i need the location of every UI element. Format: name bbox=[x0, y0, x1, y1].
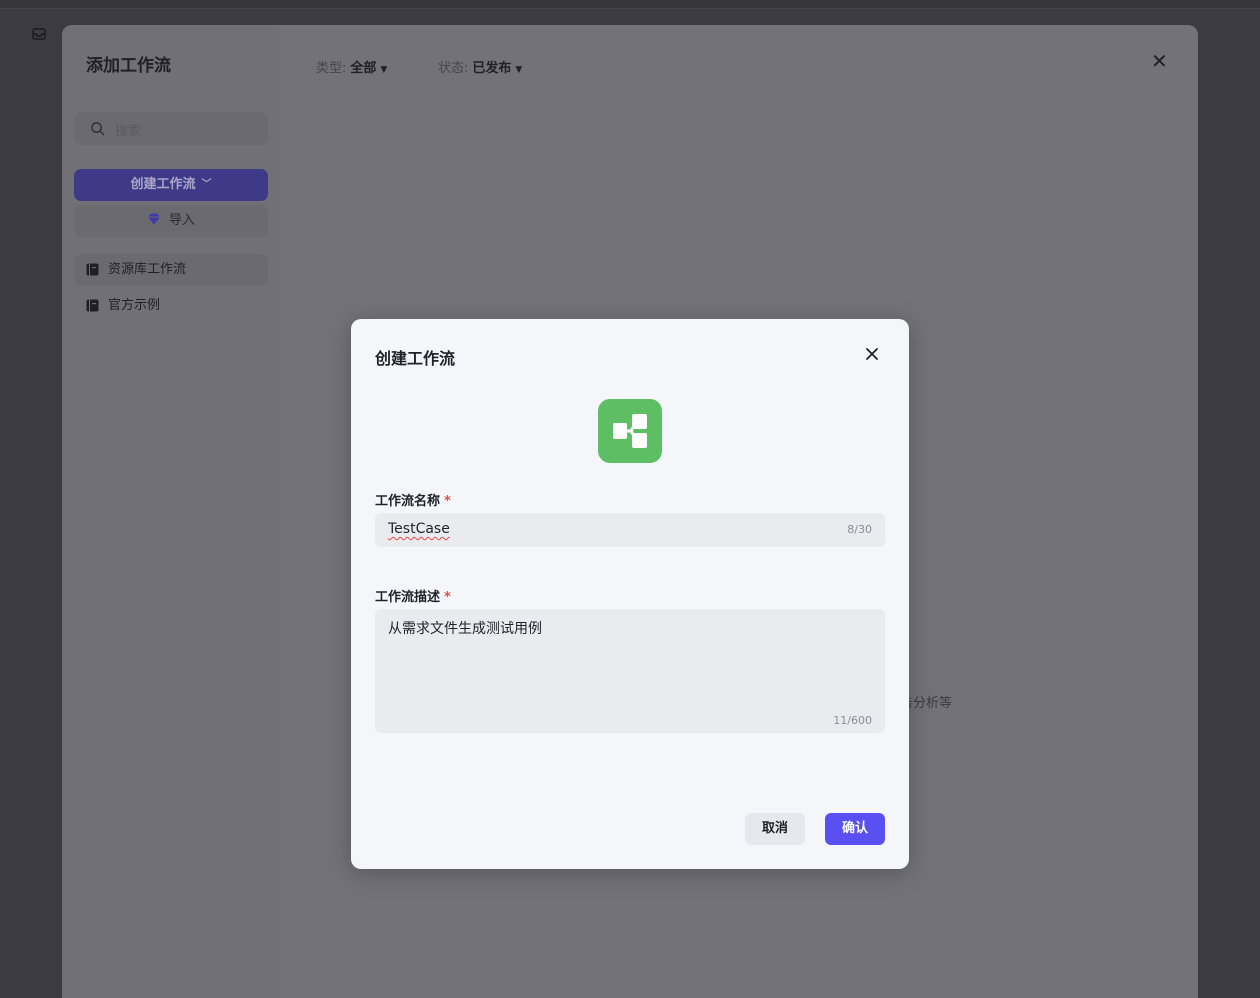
name-field-label: 工作流名称 * bbox=[375, 490, 451, 509]
status-filter-value: 已发布 bbox=[472, 61, 512, 76]
status-filter-label: 状态: bbox=[438, 61, 469, 76]
caret-down-icon: ▼ bbox=[515, 65, 523, 75]
type-filter-label: 类型: bbox=[316, 61, 347, 76]
book-icon bbox=[86, 299, 99, 312]
import-label: 导入 bbox=[168, 213, 195, 228]
workflow-description-textarea[interactable]: 从需求文件生成测试用例 11/600 bbox=[375, 609, 885, 733]
workflow-description-value: 从需求文件生成测试用例 bbox=[388, 621, 542, 637]
modal-title: 添加工作流 bbox=[86, 56, 171, 76]
status-filter[interactable]: 状态: 已发布 ▼ bbox=[438, 57, 522, 76]
app-top-bar bbox=[0, 0, 1260, 9]
sidebar-item-label: 官方示例 bbox=[108, 298, 161, 313]
workflow-name-value: TestCase bbox=[388, 521, 450, 537]
confirm-button[interactable]: 确认 bbox=[825, 813, 885, 845]
close-icon[interactable] bbox=[863, 345, 881, 363]
gem-icon bbox=[147, 213, 160, 225]
create-workflow-dialog: 创建工作流 工作流名称 * TestCase 8/30 工作流描述 * 从需求文件生… bbox=[351, 319, 909, 869]
dialog-title: 创建工作流 bbox=[375, 349, 456, 368]
search-input[interactable]: 搜索 bbox=[74, 112, 268, 145]
book-icon bbox=[86, 263, 99, 276]
desc-char-count: 11/600 bbox=[833, 714, 872, 727]
search-placeholder: 搜索 bbox=[115, 124, 142, 139]
inbox-icon[interactable] bbox=[31, 26, 47, 42]
chevron-down-icon: ﹀ bbox=[201, 179, 212, 190]
create-workflow-button[interactable]: 创建工作流 ﹀ bbox=[74, 169, 268, 201]
required-mark: * bbox=[444, 494, 451, 509]
desc-field-label: 工作流描述 * bbox=[375, 586, 451, 605]
sidebar-item-label: 资源库工作流 bbox=[108, 262, 187, 277]
modal-sidebar: 添加工作流 搜索 创建工作流 ﹀ 导入 资源库工作流 官方示例 bbox=[62, 25, 279, 998]
name-char-count: 8/30 bbox=[847, 523, 872, 536]
close-icon[interactable]: ✕ bbox=[1151, 51, 1168, 71]
search-icon bbox=[91, 122, 105, 136]
type-filter-value: 全部 bbox=[350, 61, 377, 76]
create-workflow-label: 创建工作流 bbox=[130, 177, 196, 192]
sidebar-item-resource-library[interactable]: 资源库工作流 bbox=[74, 254, 268, 286]
workflow-name-input[interactable]: TestCase 8/30 bbox=[375, 513, 885, 547]
type-filter[interactable]: 类型: 全部 ▼ bbox=[316, 57, 387, 76]
name-label-text: 工作流名称 bbox=[375, 494, 441, 509]
sidebar-item-official-examples[interactable]: 官方示例 bbox=[74, 290, 268, 322]
desc-label-text: 工作流描述 bbox=[375, 590, 441, 605]
caret-down-icon: ▼ bbox=[380, 65, 388, 75]
required-mark: * bbox=[444, 590, 451, 605]
workflow-icon[interactable] bbox=[598, 399, 662, 463]
workflow-glyph bbox=[613, 414, 647, 448]
import-button[interactable]: 导入 bbox=[74, 205, 268, 237]
cancel-button[interactable]: 取消 bbox=[745, 813, 805, 845]
